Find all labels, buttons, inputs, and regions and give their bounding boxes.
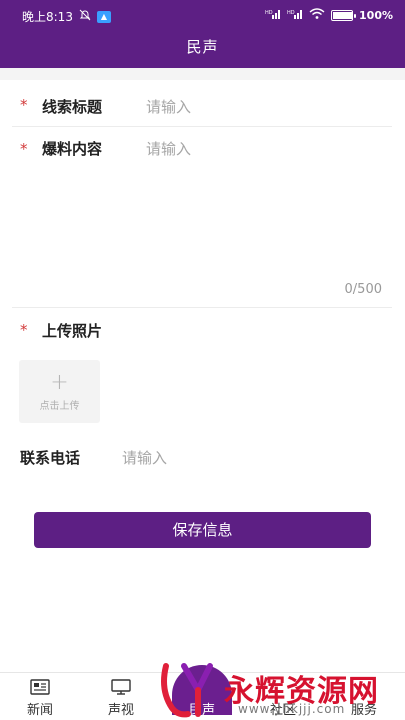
phone-field-label: 联系电话: [20, 449, 81, 467]
svg-text:HD: HD: [287, 10, 295, 16]
title-field-label: 线索标题: [42, 98, 103, 116]
tab-service[interactable]: 服务: [334, 679, 394, 718]
battery-icon: [331, 10, 357, 21]
content-field-row: * 爆料内容 请输入 0/500: [12, 127, 392, 308]
content-field-label: 爆料内容: [42, 140, 103, 158]
voice-icon: [172, 679, 232, 695]
tab-news[interactable]: 新闻: [10, 679, 70, 718]
content-textarea[interactable]: 请输入: [146, 138, 386, 278]
char-counter: 0/500: [344, 282, 382, 297]
tab-label: 新闻: [26, 703, 53, 718]
app-header: 晚上8:13 ▲ HD HD 100% 民声: [0, 0, 405, 68]
wifi-icon: [309, 8, 325, 23]
plus-icon: +: [50, 370, 69, 395]
photo-field-label: 上传照片: [42, 322, 103, 340]
tab-label: 民声: [188, 703, 215, 718]
save-button[interactable]: 保存信息: [34, 512, 371, 548]
section-divider: [0, 68, 405, 80]
tab-voice[interactable]: 民声: [172, 679, 232, 718]
title-field-row: * 线索标题 请输入: [12, 80, 392, 127]
battery-text: 100%: [359, 9, 393, 22]
photo-upload-button[interactable]: + 点击上传: [19, 360, 100, 423]
mute-bell-icon: [79, 9, 91, 25]
tab-video[interactable]: 声视: [91, 679, 151, 718]
required-mark: *: [20, 96, 28, 114]
signal-hd-icon: HD: [287, 8, 303, 23]
tv-icon: [91, 679, 151, 695]
tab-label: 声视: [107, 703, 134, 718]
signal-hd-icon: HD: [265, 8, 281, 23]
service-icon: [334, 679, 394, 695]
community-icon: [253, 679, 313, 695]
page-title: 民声: [186, 38, 219, 56]
tab-label: 社区: [269, 703, 296, 718]
title-input[interactable]: 请输入: [146, 96, 386, 117]
app-notification-icon: ▲: [96, 10, 111, 23]
battery-level: [333, 12, 354, 19]
status-bar: 晚上8:13 ▲ HD HD 100%: [0, 0, 405, 32]
newspaper-icon: [10, 679, 70, 695]
required-mark: *: [20, 321, 28, 339]
bottom-tabbar: 新闻 声视 民声 社区 服务: [0, 665, 405, 720]
phone-input[interactable]: 请输入: [122, 447, 382, 468]
status-time: 晚上8:13: [22, 10, 73, 24]
svg-text:HD: HD: [265, 10, 273, 16]
tab-community[interactable]: 社区: [253, 679, 313, 718]
upload-label: 点击上传: [39, 401, 80, 412]
required-mark: *: [20, 140, 28, 158]
tab-label: 服务: [350, 703, 377, 718]
